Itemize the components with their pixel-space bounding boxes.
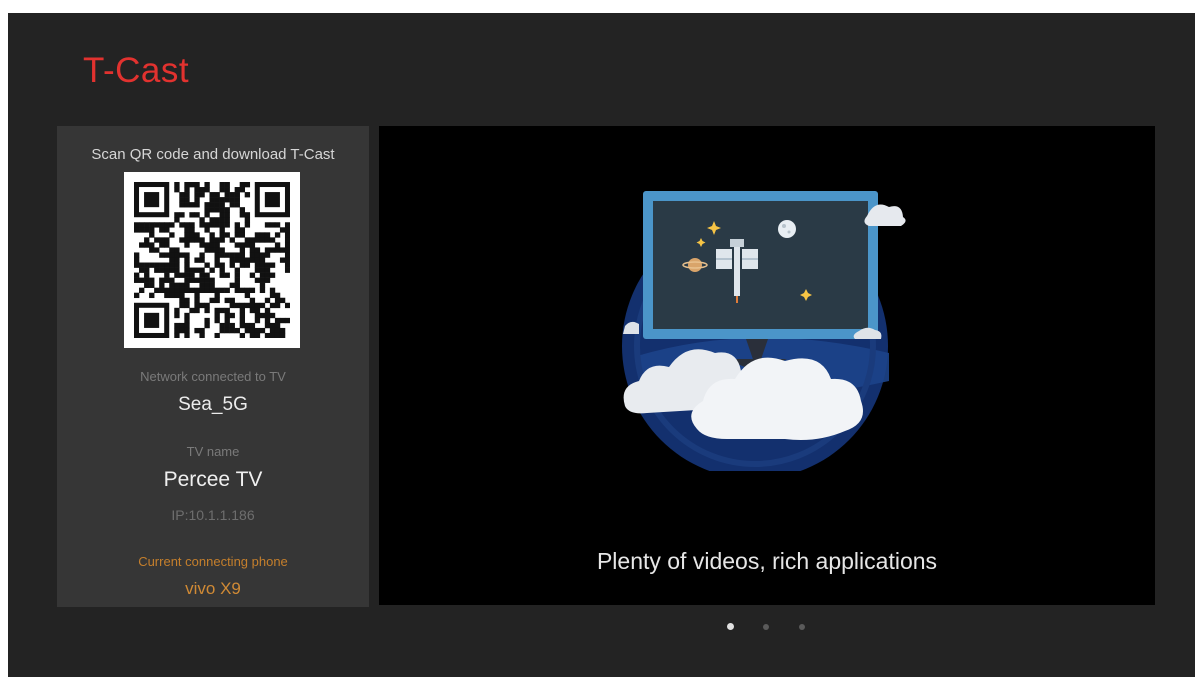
app-title: T-Cast [83,51,190,90]
tv-name-caption: TV name [186,444,240,459]
qr-code-icon [124,172,300,348]
connecting-phone-caption: Current connecting phone [138,554,288,569]
network-caption: Network connected to TV [140,369,286,384]
network-name: Sea_5G [178,394,248,415]
tv-screen: T-Cast Scan QR code and download T-Cast … [8,13,1195,677]
tv-name: Percee TV [163,468,263,491]
carousel-slide[interactable]: Plenty of videos, rich applications [379,126,1155,605]
slide-caption: Plenty of videos, rich applications [596,548,938,574]
carousel-dot-2[interactable] [763,624,769,630]
tv-space-illustration-icon [622,191,906,471]
connection-info-panel: Scan QR code and download T-Cast Network… [57,126,369,607]
carousel-dot-3[interactable] [799,624,805,630]
carousel-dot-1[interactable] [727,623,734,630]
scan-qr-label: Scan QR code and download T-Cast [91,146,335,163]
connecting-phone-name: vivo X9 [185,579,241,598]
ip-address: IP:10.1.1.186 [171,507,255,523]
